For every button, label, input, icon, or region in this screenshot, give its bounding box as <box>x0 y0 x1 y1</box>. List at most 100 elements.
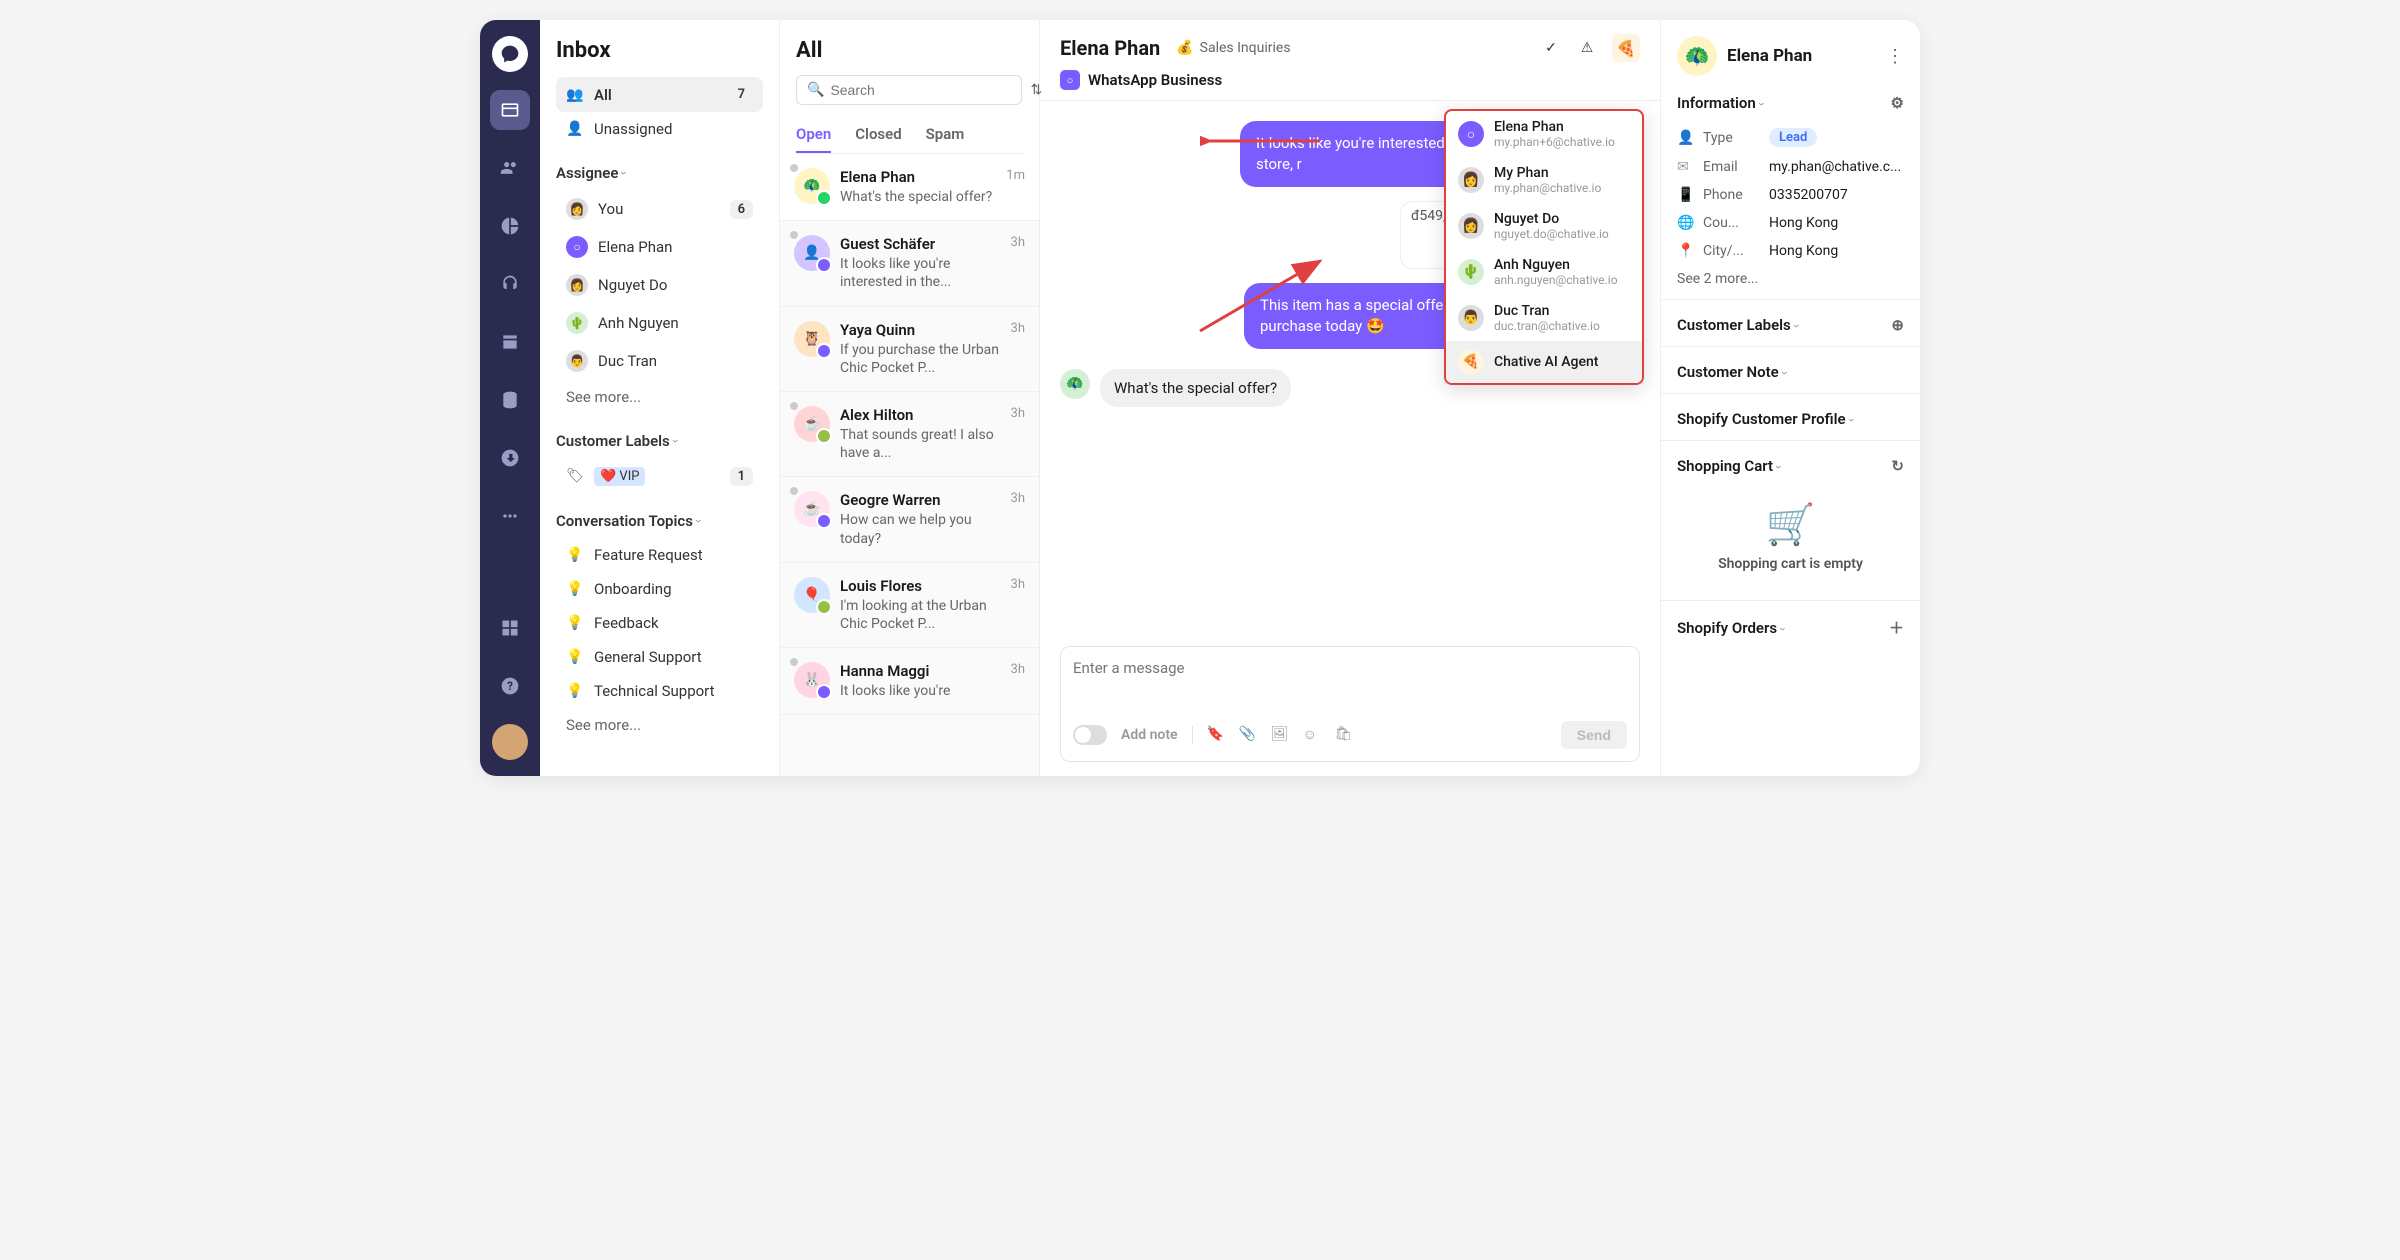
conv-item[interactable]: 👤Guest SchäferIt looks like you're inter… <box>780 221 1039 306</box>
assignee-duc[interactable]: 👨Duc Tran <box>556 342 763 380</box>
person-icon: 👤 <box>1677 130 1693 146</box>
message-input[interactable] <box>1073 659 1627 709</box>
label-vip[interactable]: 🏷 ❤️ VIP 1 <box>556 458 763 494</box>
see-more-info[interactable]: See 2 more... <box>1677 271 1904 287</box>
avatar: ☕ <box>794 406 830 442</box>
globe-icon: 🌐 <box>1677 215 1693 231</box>
info-heading[interactable]: Information⚙ <box>1677 94 1904 112</box>
rail-apps[interactable] <box>490 608 530 648</box>
ai-assignee-button[interactable]: 🍕 <box>1612 34 1640 62</box>
tab-open[interactable]: Open <box>796 117 831 153</box>
rail-campaigns[interactable] <box>490 322 530 362</box>
conv-item[interactable]: ☕Geogre WarrenHow can we help you today?… <box>780 477 1039 562</box>
tab-closed[interactable]: Closed <box>855 117 901 153</box>
app-logo[interactable] <box>492 36 528 72</box>
topics-heading[interactable]: Conversation Topics <box>556 512 763 530</box>
chat-pane: Elena Phan 💰Sales Inquiries ✓ ⚠ 🍕 ○ What… <box>1040 20 1660 776</box>
dd-item[interactable]: 👨Duc Tranduc.tran@chative.io <box>1446 295 1642 341</box>
sidebar-unassigned[interactable]: 👤 Unassigned <box>556 112 763 146</box>
bookmark-icon[interactable]: 🔖 <box>1207 726 1225 744</box>
shopify-profile-section[interactable]: Shopify Customer Profile <box>1677 410 1904 428</box>
rail-automation[interactable] <box>490 438 530 478</box>
topic-feedback[interactable]: 💡Feedback <box>556 606 763 640</box>
avatar: ○ <box>566 236 588 258</box>
chat-header: Elena Phan 💰Sales Inquiries ✓ ⚠ 🍕 ○ What… <box>1040 20 1660 101</box>
nav-rail: ? <box>480 20 540 776</box>
rail-user-avatar[interactable] <box>492 724 528 760</box>
dd-item-ai[interactable]: 🍕Chative AI Agent <box>1446 341 1642 383</box>
assignee-anh[interactable]: 🌵Anh Nguyen <box>556 304 763 342</box>
refresh-icon[interactable]: ↻ <box>1891 457 1904 475</box>
topic-onboarding[interactable]: 💡Onboarding <box>556 572 763 606</box>
money-icon: 💰 <box>1176 40 1193 56</box>
pin-icon: 📍 <box>1677 243 1693 259</box>
topic-feature[interactable]: 💡Feature Request <box>556 538 763 572</box>
plus-icon[interactable]: ⊕ <box>1891 316 1904 334</box>
dd-item[interactable]: 👩My Phanmy.phan@chative.io <box>1446 157 1642 203</box>
chat-topic: 💰Sales Inquiries <box>1176 40 1290 56</box>
avatar: 👩 <box>1458 213 1484 239</box>
inbox-sidebar: Inbox 👥 All 7 👤 Unassigned Assignee 👩You… <box>540 20 780 776</box>
channel-badge-icon <box>816 513 832 529</box>
assignee-elena[interactable]: ○Elena Phan <box>556 228 763 266</box>
see-more-assignees[interactable]: See more... <box>556 380 763 414</box>
dd-item[interactable]: ○Elena Phanmy.phan+6@chative.io <box>1446 111 1642 157</box>
channel-label: WhatsApp Business <box>1088 71 1222 89</box>
assignee-heading[interactable]: Assignee <box>556 164 763 182</box>
note-section[interactable]: Customer Note <box>1677 363 1904 381</box>
dd-item[interactable]: 🌵Anh Nguyenanh.nguyen@chative.io <box>1446 249 1642 295</box>
customer-message: What's the special offer? <box>1100 369 1291 407</box>
bulb-icon: 💡 <box>566 580 584 598</box>
topic-general[interactable]: 💡General Support <box>556 640 763 674</box>
avatar: 🐰 <box>794 662 830 698</box>
plus-icon[interactable]: ＋ <box>1889 617 1904 638</box>
conv-item[interactable]: 🎈Louis FloresI'm looking at the Urban Ch… <box>780 563 1039 648</box>
rail-data[interactable] <box>490 380 530 420</box>
avatar: ☕ <box>794 491 830 527</box>
rail-inbox[interactable] <box>490 90 530 130</box>
info-panel: 🦚 Elena Phan ⋮ Information⚙ 👤TypeLead ✉E… <box>1660 20 1920 776</box>
gear-icon[interactable]: ⚙ <box>1891 94 1904 112</box>
conv-item[interactable]: ☕Alex HiltonThat sounds great! I also ha… <box>780 392 1039 477</box>
note-toggle[interactable] <box>1073 725 1107 745</box>
rail-contacts[interactable] <box>490 148 530 188</box>
cart-icon: 🛒 <box>1677 501 1904 548</box>
contact-name: Elena Phan <box>1727 46 1876 66</box>
more-menu-icon[interactable]: ⋮ <box>1886 46 1904 67</box>
labels-heading[interactable]: Customer Labels <box>556 432 763 450</box>
emoji-icon[interactable]: ☺ <box>1303 726 1321 744</box>
assignee-nguyet[interactable]: 👩Nguyet Do <box>556 266 763 304</box>
conv-item[interactable]: 🐰Hanna MaggiIt looks like you're3h <box>780 648 1039 715</box>
chat-body[interactable]: It looks like you're interested Pocket P… <box>1040 101 1660 632</box>
conv-item[interactable]: 🦉Yaya QuinnIf you purchase the Urban Chi… <box>780 307 1039 392</box>
chat-title: Elena Phan <box>1060 36 1160 60</box>
image-icon[interactable]: 🖼 <box>1271 726 1289 744</box>
topic-technical[interactable]: 💡Technical Support <box>556 674 763 708</box>
rail-help[interactable]: ? <box>490 666 530 706</box>
alert-icon[interactable]: ⚠ <box>1576 37 1598 59</box>
sidebar-all[interactable]: 👥 All 7 <box>556 77 763 112</box>
channel-badge-icon <box>816 428 832 444</box>
rail-support[interactable] <box>490 264 530 304</box>
conv-item[interactable]: 🦚Elena PhanWhat's the special offer?1m <box>780 154 1039 221</box>
unread-dot <box>790 658 798 666</box>
check-icon[interactable]: ✓ <box>1540 37 1562 59</box>
cart-section[interactable]: Shopping Cart↻ <box>1677 457 1904 475</box>
attachment-icon[interactable]: 📎 <box>1239 726 1257 744</box>
shopify-icon[interactable]: 🛍 <box>1335 726 1353 744</box>
assignee-you[interactable]: 👩You6 <box>556 190 763 228</box>
orders-section[interactable]: Shopify Orders＋ <box>1677 617 1904 638</box>
labels-section[interactable]: Customer Labels⊕ <box>1677 316 1904 334</box>
dd-item[interactable]: 👩Nguyet Donguyet.do@chative.io <box>1446 203 1642 249</box>
convlist-title: All <box>796 38 1023 63</box>
tab-spam[interactable]: Spam <box>926 117 965 153</box>
channel-badge-icon <box>816 343 832 359</box>
search-input[interactable]: 🔍 <box>796 75 1022 105</box>
bulb-icon: 💡 <box>566 648 584 666</box>
bulb-icon: 💡 <box>566 682 584 700</box>
send-button[interactable]: Send <box>1561 721 1627 749</box>
bulb-icon: 💡 <box>566 614 584 632</box>
rail-reports[interactable] <box>490 206 530 246</box>
rail-more[interactable] <box>490 496 530 536</box>
see-more-topics[interactable]: See more... <box>556 708 763 742</box>
